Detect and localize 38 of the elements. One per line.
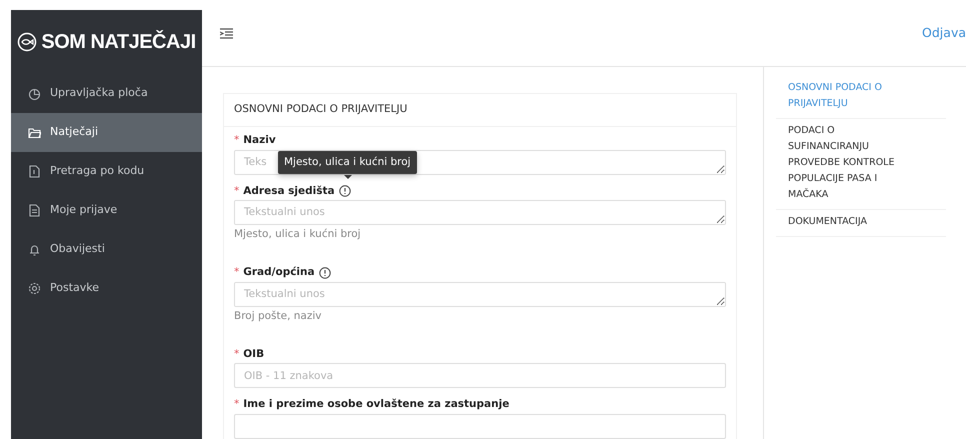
gear-icon [28, 282, 41, 295]
help-text: Mjesto, ulica i kućni broj [234, 227, 362, 242]
sidebar-item[interactable]: Pretraga po kodu [11, 152, 202, 191]
field-label: Naziv [243, 132, 276, 148]
sidebar-item[interactable]: Postavke [11, 269, 202, 308]
info-icon[interactable] [318, 266, 331, 279]
sidebar-item[interactable]: Moje prijave [11, 191, 202, 230]
app-title: SOM NATJEČAJI [41, 29, 196, 55]
input-field[interactable]: OIB - 11 znakova [234, 363, 726, 388]
tooltip-arrow [344, 174, 352, 178]
field-label: Grad/općina [243, 265, 315, 280]
required-mark: * [234, 397, 240, 412]
fish-logo-icon [17, 32, 38, 52]
sidebar-item[interactable]: Natječaji [11, 113, 202, 152]
required-mark: * [234, 184, 240, 198]
section-link[interactable]: PODACI O SUFINANCIRANJU PROVEDBE KONTROLE POPULACIJE PASA I MAČAKA [776, 119, 946, 210]
input-field[interactable] [234, 414, 726, 439]
field-label: Ime i prezime osobe ovlaštene za zastupanje [243, 397, 510, 412]
text-area[interactable]: Tekstualni unos [234, 200, 726, 226]
document-icon [28, 165, 41, 178]
folder-icon [28, 126, 41, 139]
required-mark: * [234, 346, 240, 362]
section-title: OSNOVNI PODACI O PRIJAVITELJU [224, 94, 736, 127]
help-text: Broj pošte, naziv [234, 308, 323, 324]
pie-chart-icon [28, 87, 41, 100]
menu-icon[interactable] [220, 28, 233, 38]
text-area[interactable]: Tekstualni unos [234, 282, 726, 307]
required-mark: * [234, 132, 240, 148]
sidebar-item[interactable]: Obavijesti [11, 230, 202, 269]
section-link[interactable]: DOKUMENTACIJA [776, 210, 946, 237]
bell-icon [28, 243, 41, 256]
tooltip: Mjesto, ulica i kućni broj [278, 150, 417, 174]
field-label: OIB [243, 346, 264, 362]
info-icon[interactable] [338, 185, 351, 198]
file-icon [28, 204, 41, 217]
field-label: Adresa sjedišta [243, 184, 335, 198]
sidebar-item[interactable]: Upravljačka ploča [11, 74, 202, 113]
required-mark: * [234, 265, 240, 280]
